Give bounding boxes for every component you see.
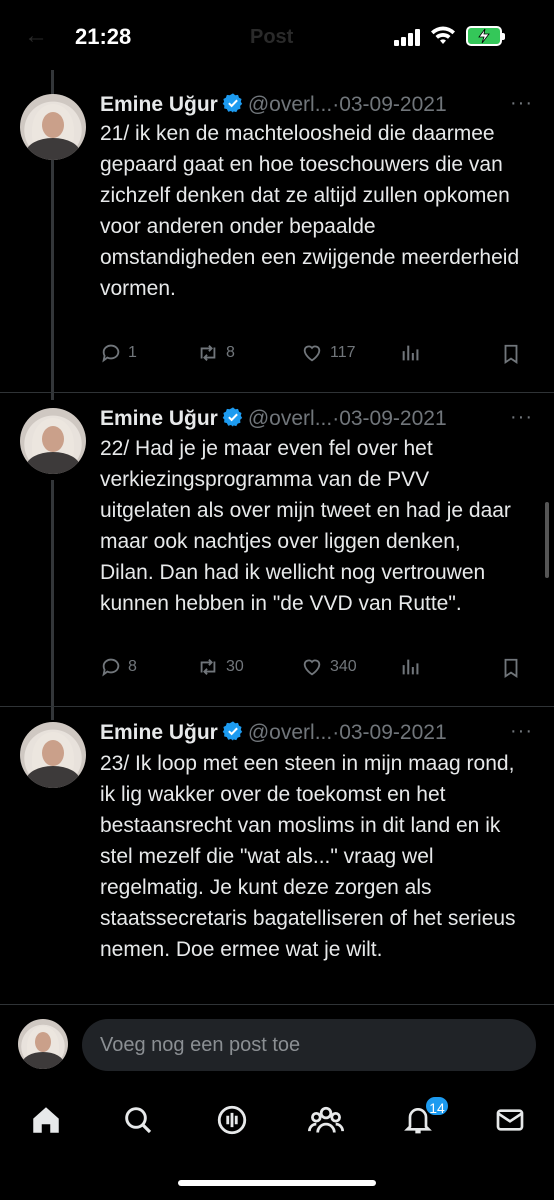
more-icon[interactable]: ···: [510, 406, 533, 429]
like-count: 117: [330, 344, 356, 361]
more-icon[interactable]: ···: [510, 92, 533, 115]
views-icon: [402, 659, 419, 675]
author-handle[interactable]: @overl...: [248, 407, 332, 430]
views-button[interactable]: [400, 342, 428, 364]
like-button[interactable]: 340: [300, 656, 357, 678]
back-arrow-icon[interactable]: ←: [24, 22, 48, 50]
verified-icon: [222, 93, 243, 113]
communities-icon: [308, 1106, 344, 1133]
reply-button[interactable]: 1: [100, 342, 137, 364]
tweet-header: Emine Uğur @overl...·03-09-2021: [100, 720, 447, 745]
wifi-icon: [431, 26, 455, 44]
battery-icon: [466, 26, 505, 46]
page-title: Post: [250, 26, 294, 48]
thread-line: [51, 480, 54, 720]
repost-button[interactable]: 8: [196, 342, 235, 364]
avatar: [18, 1019, 68, 1069]
avatar[interactable]: [20, 408, 86, 474]
views-button[interactable]: [400, 656, 428, 678]
bookmark-icon: [504, 658, 518, 678]
scrollbar[interactable]: [545, 502, 549, 578]
reply-count: 8: [128, 658, 137, 675]
repost-icon: [200, 659, 216, 675]
nav-search[interactable]: [118, 1100, 158, 1140]
reply-input[interactable]: Voeg nog een post toe: [82, 1019, 536, 1071]
reply-icon: [102, 658, 120, 677]
reply-button[interactable]: 8: [100, 656, 137, 678]
reply-composer: Voeg nog een post toe: [0, 1004, 554, 1087]
like-count: 340: [330, 658, 357, 675]
views-icon: [402, 345, 419, 361]
nav-messages[interactable]: [490, 1100, 530, 1140]
tweet-date[interactable]: 03-09-2021: [339, 407, 446, 430]
reply-icon: [102, 344, 120, 363]
avatar[interactable]: [20, 94, 86, 160]
tweet-date[interactable]: 03-09-2021: [339, 721, 446, 744]
author-handle[interactable]: @overl...: [248, 93, 332, 116]
avatar[interactable]: [20, 722, 86, 788]
tweet-date[interactable]: 03-09-2021: [339, 93, 446, 116]
like-button[interactable]: 117: [300, 342, 356, 364]
verified-icon: [222, 407, 243, 427]
nav-communities[interactable]: [306, 1100, 346, 1140]
home-icon: [33, 1107, 59, 1133]
author-name[interactable]: Emine Uğur: [100, 721, 218, 744]
tweet-actions: 1 8 117: [100, 342, 530, 372]
author-name[interactable]: Emine Uğur: [100, 407, 218, 430]
repost-button[interactable]: 30: [196, 656, 244, 678]
tweet-header: Emine Uğur @overl...·03-09-2021: [100, 406, 447, 431]
spaces-icon: [217, 1105, 247, 1135]
verified-icon: [222, 721, 243, 741]
nav-spaces[interactable]: [212, 1100, 252, 1140]
notification-badge: 14: [424, 1095, 450, 1117]
divider: [0, 706, 554, 707]
status-bar: ← Post 21:28: [0, 0, 554, 70]
divider: [0, 392, 554, 393]
tweet-text: 22/ Had je je maar even fel over het ver…: [100, 437, 511, 615]
repost-icon: [200, 345, 216, 361]
tweet-actions: 8 30 340: [100, 656, 530, 686]
reply-count: 1: [128, 344, 137, 361]
home-indicator[interactable]: [178, 1180, 376, 1186]
tweet-text: 23/ Ik loop met een steen in mijn maag r…: [100, 752, 516, 961]
tweet-text: 21/ ik ken de machteloosheid die daarmee…: [100, 122, 520, 300]
bookmark-button[interactable]: [500, 656, 528, 680]
bookmark-button[interactable]: [500, 342, 528, 366]
author-name[interactable]: Emine Uğur: [100, 93, 218, 116]
like-icon: [303, 659, 321, 676]
more-icon[interactable]: ···: [510, 720, 533, 743]
like-icon: [303, 345, 321, 362]
cellular-signal-icon: [394, 28, 422, 46]
tweet-header: Emine Uğur @overl...·03-09-2021: [100, 92, 447, 117]
repost-count: 8: [226, 344, 235, 361]
nav-home[interactable]: [26, 1100, 66, 1140]
clock: 21:28: [75, 24, 132, 49]
bookmark-icon: [504, 344, 518, 364]
search-icon: [125, 1107, 152, 1134]
messages-icon: [496, 1109, 524, 1131]
author-handle[interactable]: @overl...: [248, 721, 332, 744]
repost-count: 30: [226, 658, 244, 675]
